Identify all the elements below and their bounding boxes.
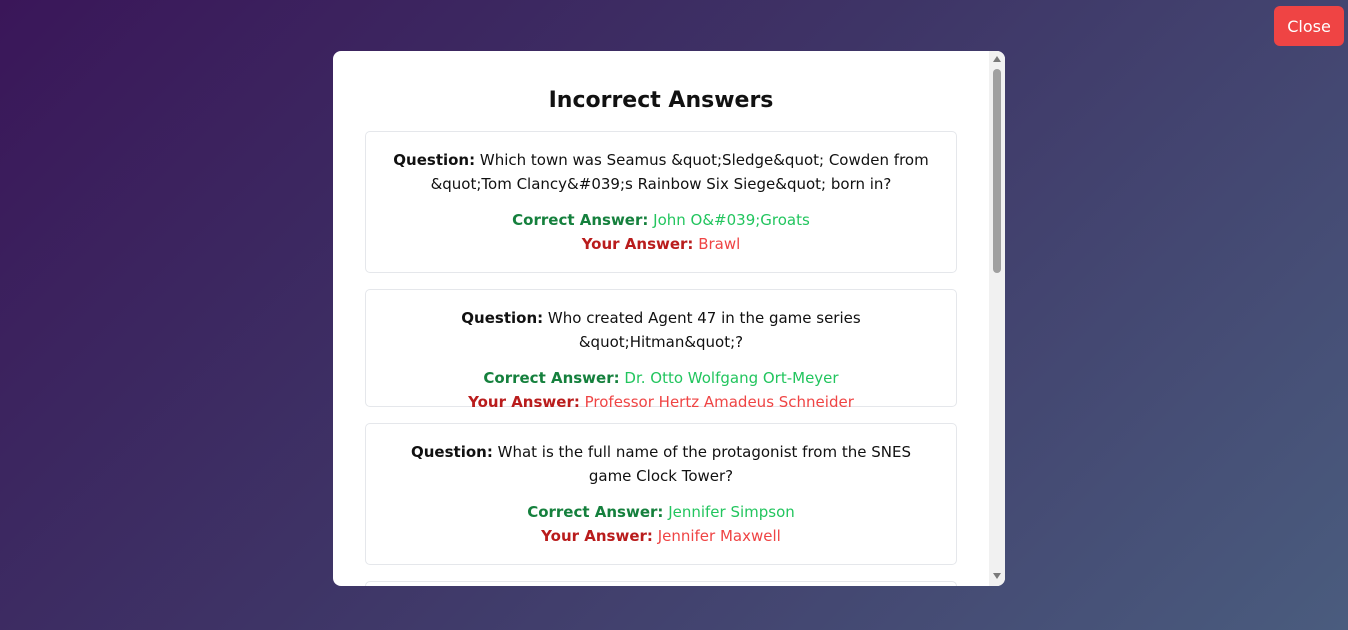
answer-card: Question: Which town was Seamus &quot;Sl…: [365, 131, 957, 273]
correct-answer-line: Correct Answer: Dr. Otto Wolfgang Ort-Me…: [390, 366, 932, 390]
close-button[interactable]: Close: [1274, 6, 1344, 46]
question-text: Who created Agent 47 in the game series …: [547, 309, 861, 351]
modal-title: Incorrect Answers: [548, 88, 774, 113]
answer-card-partial: [365, 581, 957, 586]
your-answer-line: Your Answer: Jennifer Maxwell: [390, 524, 932, 548]
scrollbar-thumb[interactable]: [993, 69, 1001, 273]
your-answer-value: Professor Hertz Amadeus Schneider: [584, 393, 854, 411]
question-label: Question:: [461, 309, 544, 327]
your-answer-label: Your Answer:: [581, 235, 694, 253]
your-answer-value: Brawl: [698, 235, 741, 253]
correct-answer-line: Correct Answer: Jennifer Simpson: [390, 500, 932, 524]
question-text: What is the full name of the protagonist…: [497, 443, 911, 485]
question-text: Which town was Seamus &quot;Sledge&quot;…: [430, 151, 929, 193]
question-line: Question: Who created Agent 47 in the ga…: [390, 306, 932, 354]
correct-answer-label: Correct Answer:: [527, 503, 664, 521]
your-answer-line: Your Answer: Brawl: [390, 232, 932, 256]
answer-card: Question: What is the full name of the p…: [365, 423, 957, 565]
correct-answer-label: Correct Answer:: [483, 369, 620, 387]
incorrect-answers-modal: Incorrect Answers Question: Which town w…: [333, 51, 1005, 586]
your-answer-label: Your Answer:: [541, 527, 653, 545]
correct-answer-line: Correct Answer: John O&#039;Groats: [390, 208, 932, 232]
question-label: Question:: [393, 151, 476, 169]
your-answer-label: Your Answer:: [468, 393, 580, 411]
correct-answer-value: John O&#039;Groats: [653, 211, 810, 229]
scroll-down-arrow-icon[interactable]: [993, 573, 1001, 579]
modal-scroll-area[interactable]: Incorrect Answers Question: Which town w…: [333, 51, 989, 586]
your-answer-line: Your Answer: Professor Hertz Amadeus Sch…: [390, 390, 932, 414]
answer-card: Question: Who created Agent 47 in the ga…: [365, 289, 957, 411]
question-label: Question:: [411, 443, 493, 461]
question-line: Question: What is the full name of the p…: [390, 440, 932, 488]
correct-answer-label: Correct Answer:: [512, 211, 649, 229]
scroll-up-arrow-icon[interactable]: [993, 56, 1001, 62]
question-line: Question: Which town was Seamus &quot;Sl…: [390, 148, 932, 196]
modal-scrollbar[interactable]: [989, 51, 1005, 586]
correct-answer-value: Jennifer Simpson: [668, 503, 795, 521]
your-answer-value: Jennifer Maxwell: [657, 527, 781, 545]
correct-answer-value: Dr. Otto Wolfgang Ort-Meyer: [624, 369, 839, 387]
